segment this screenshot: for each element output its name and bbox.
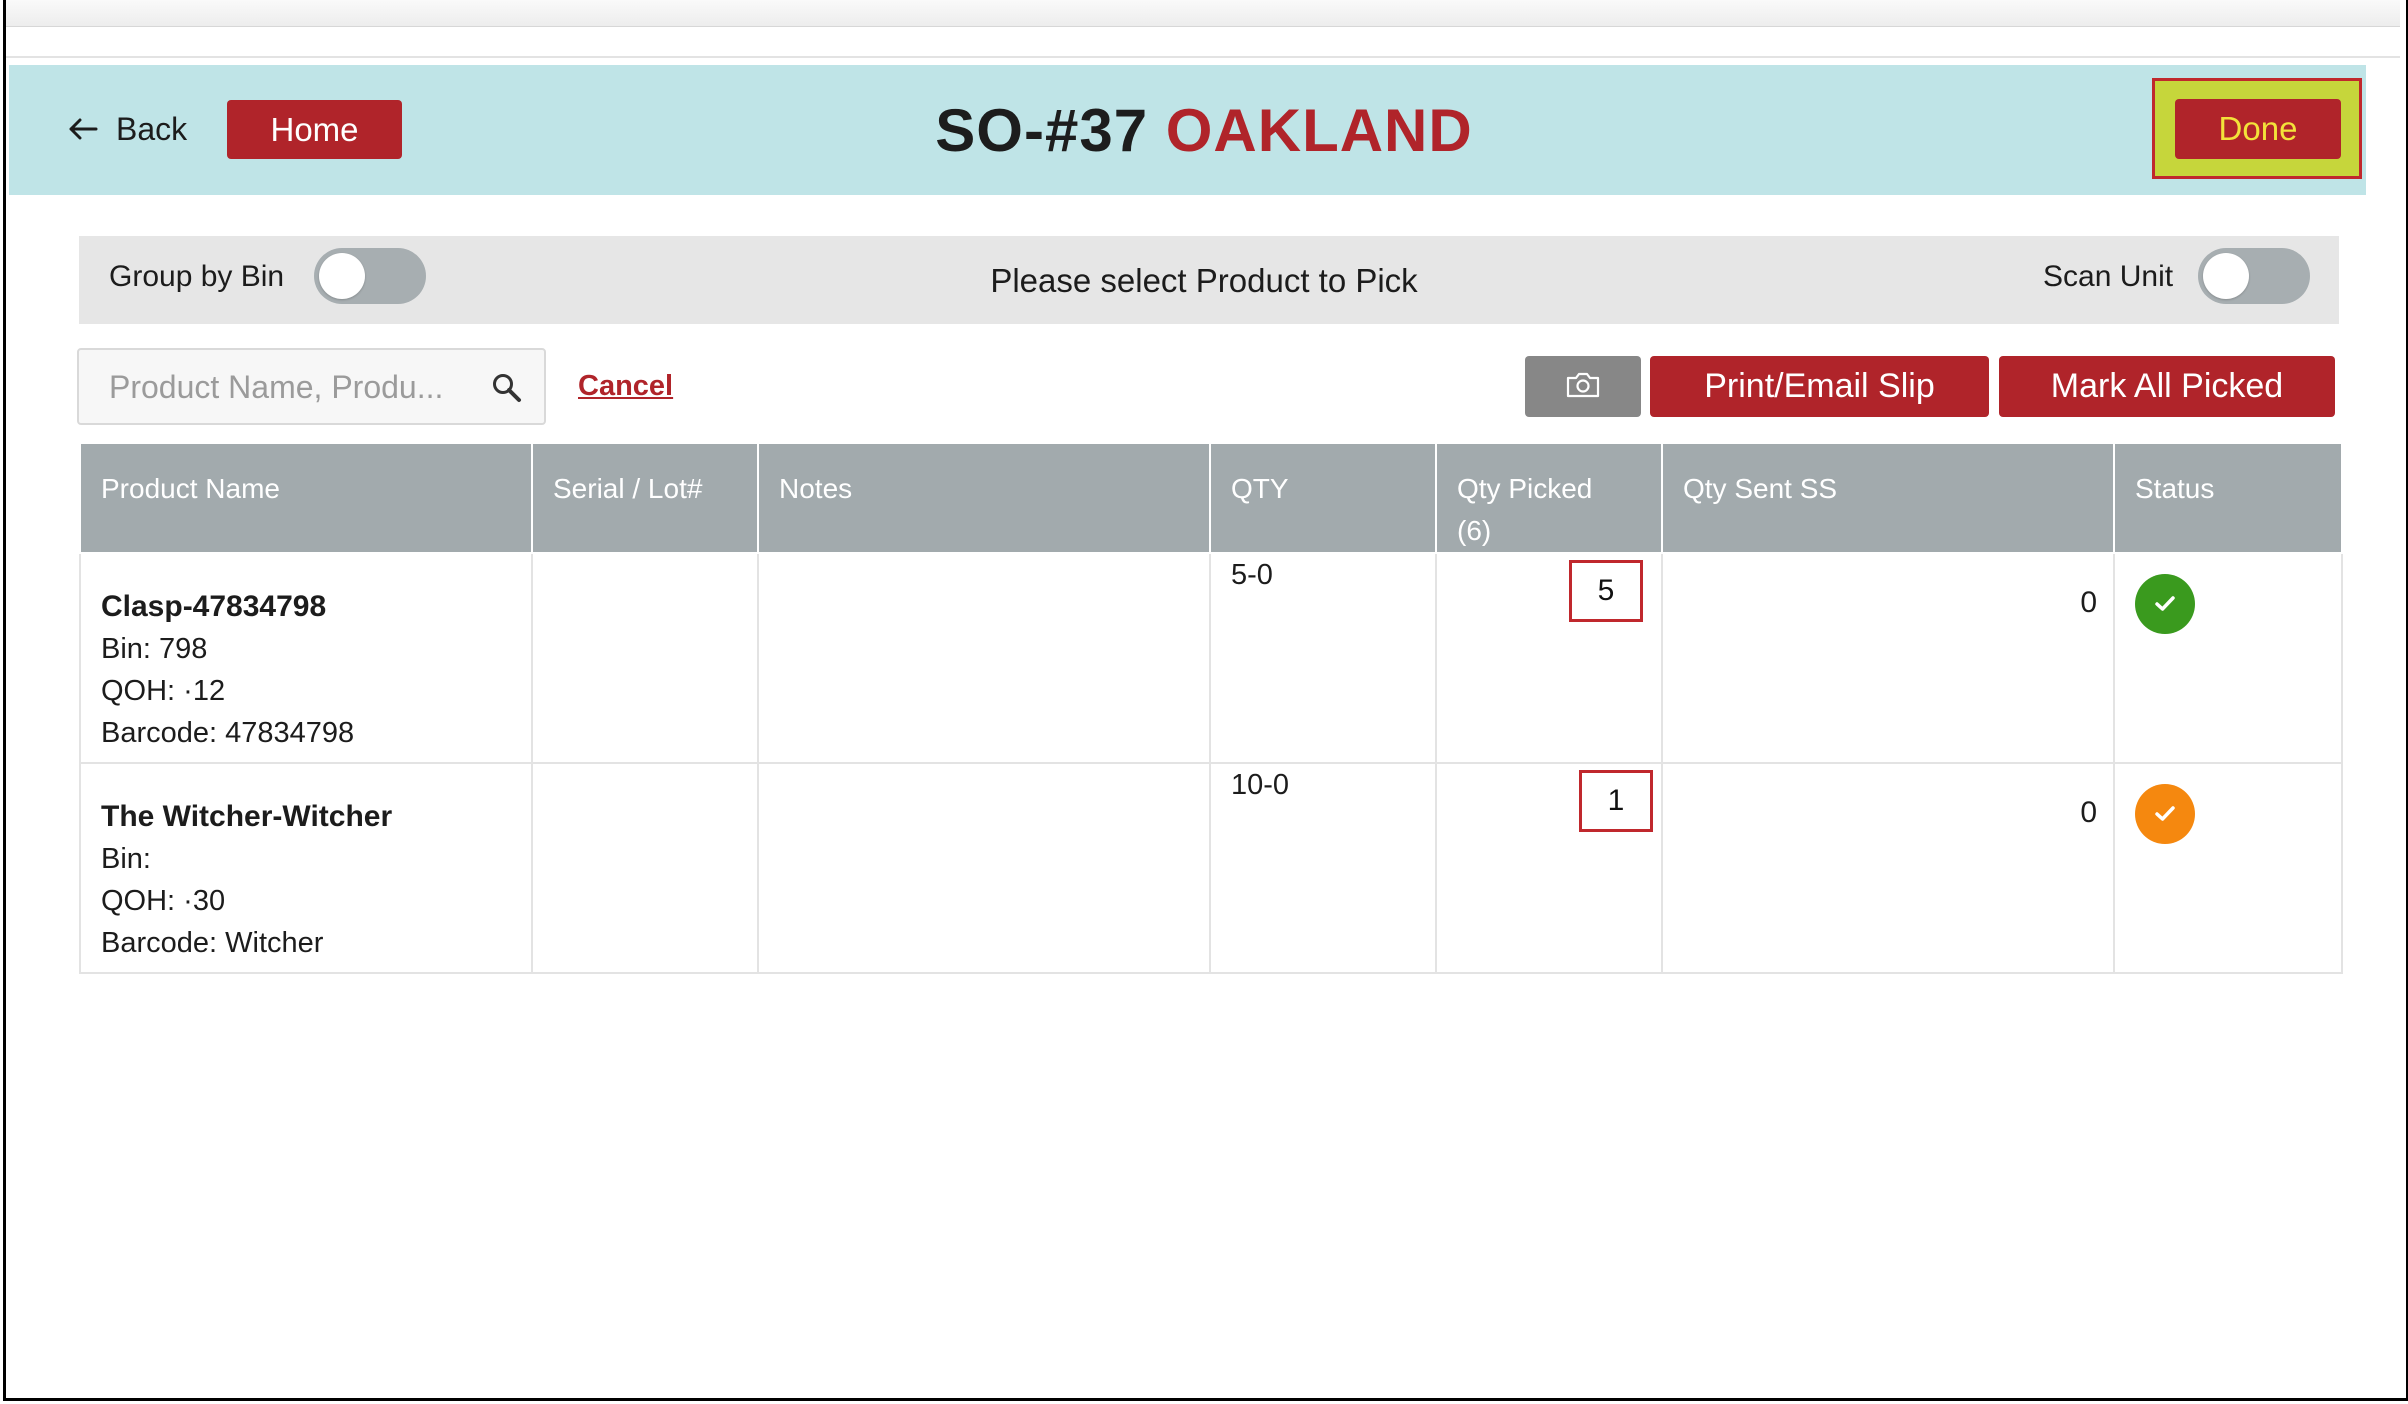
qty-picked-input[interactable]: 5 — [1569, 560, 1643, 622]
search-icon[interactable] — [491, 372, 523, 409]
product-name: The Witcher-Witcher — [101, 800, 393, 833]
toggle-knob — [2203, 253, 2249, 299]
mark-all-picked-button[interactable]: Mark All Picked — [1999, 356, 2335, 417]
camera-icon — [1565, 371, 1601, 402]
pick-table: Product Name Serial / Lot# Notes QTY Qty… — [79, 444, 2343, 974]
qty-cell: 5-0 — [1209, 552, 1437, 764]
product-barcode: Barcode: Witcher — [101, 927, 324, 959]
column-header-product-name[interactable]: Product Name — [79, 444, 533, 554]
qty-picked-cell: 1 — [1435, 762, 1663, 974]
column-header-notes[interactable]: Notes — [757, 444, 1211, 554]
search-box — [77, 348, 546, 425]
product-bin: Bin: — [101, 843, 151, 875]
qty-picked-cell: 5 — [1435, 552, 1663, 764]
product-cell: Clasp-47834798 Bin: 798 QOH: ·12 Barcode… — [79, 552, 533, 764]
search-input[interactable] — [107, 366, 471, 408]
done-button[interactable]: Done — [2175, 99, 2341, 159]
qty-picked-total: (6) — [1457, 515, 1492, 546]
column-header-qty-picked[interactable]: Qty Picked (6) — [1435, 444, 1663, 554]
product-qoh: QOH: ·12 — [101, 675, 226, 707]
serial-cell[interactable] — [531, 552, 759, 764]
browser-top-bar — [6, 0, 2400, 27]
column-header-qty-sent-ss[interactable]: Qty Sent SS — [1661, 444, 2115, 554]
check-circle-icon — [2135, 784, 2195, 844]
notes-cell[interactable] — [757, 762, 1211, 974]
scan-unit-label: Scan Unit — [2043, 260, 2174, 293]
top-divider — [6, 56, 2400, 58]
table-row[interactable]: The Witcher-Witcher Bin: QOH: ·30 Barcod… — [79, 762, 2343, 974]
column-header-status[interactable]: Status — [2113, 444, 2343, 554]
product-name: Clasp-47834798 — [101, 590, 327, 623]
qty-cell: 10-0 — [1209, 762, 1437, 974]
print-email-slip-button[interactable]: Print/Email Slip — [1650, 356, 1989, 417]
qty-sent-cell: 0 — [1661, 552, 2115, 764]
product-qoh: QOH: ·30 — [101, 885, 226, 917]
product-barcode: Barcode: 47834798 — [101, 717, 355, 749]
check-circle-icon — [2135, 574, 2195, 634]
serial-cell[interactable] — [531, 762, 759, 974]
qty-picked-label: Qty Picked — [1457, 473, 1593, 504]
order-number: SO-#37 — [935, 97, 1149, 164]
cancel-link[interactable]: Cancel — [578, 370, 673, 403]
qty-picked-input[interactable]: 1 — [1579, 770, 1653, 832]
table-header-row: Product Name Serial / Lot# Notes QTY Qty… — [79, 444, 2343, 554]
column-header-qty[interactable]: QTY — [1209, 444, 1437, 554]
status-cell — [2113, 762, 2343, 974]
page-title: SO-#37 OAKLAND — [0, 96, 2408, 165]
status-cell — [2113, 552, 2343, 764]
scan-unit-toggle[interactable] — [2198, 248, 2310, 304]
notes-cell[interactable] — [757, 552, 1211, 764]
location-name: OAKLAND — [1165, 97, 1473, 164]
column-header-serial-lot[interactable]: Serial / Lot# — [531, 444, 759, 554]
table-row[interactable]: Clasp-47834798 Bin: 798 QOH: ·12 Barcode… — [79, 552, 2343, 764]
product-bin: Bin: 798 — [101, 633, 208, 665]
qty-sent-cell: 0 — [1661, 762, 2115, 974]
qty-sent-value: 0 — [2080, 586, 2097, 619]
qty-sent-value: 0 — [2080, 796, 2097, 829]
camera-button[interactable] — [1525, 356, 1641, 417]
product-cell: The Witcher-Witcher Bin: QOH: ·30 Barcod… — [79, 762, 533, 974]
